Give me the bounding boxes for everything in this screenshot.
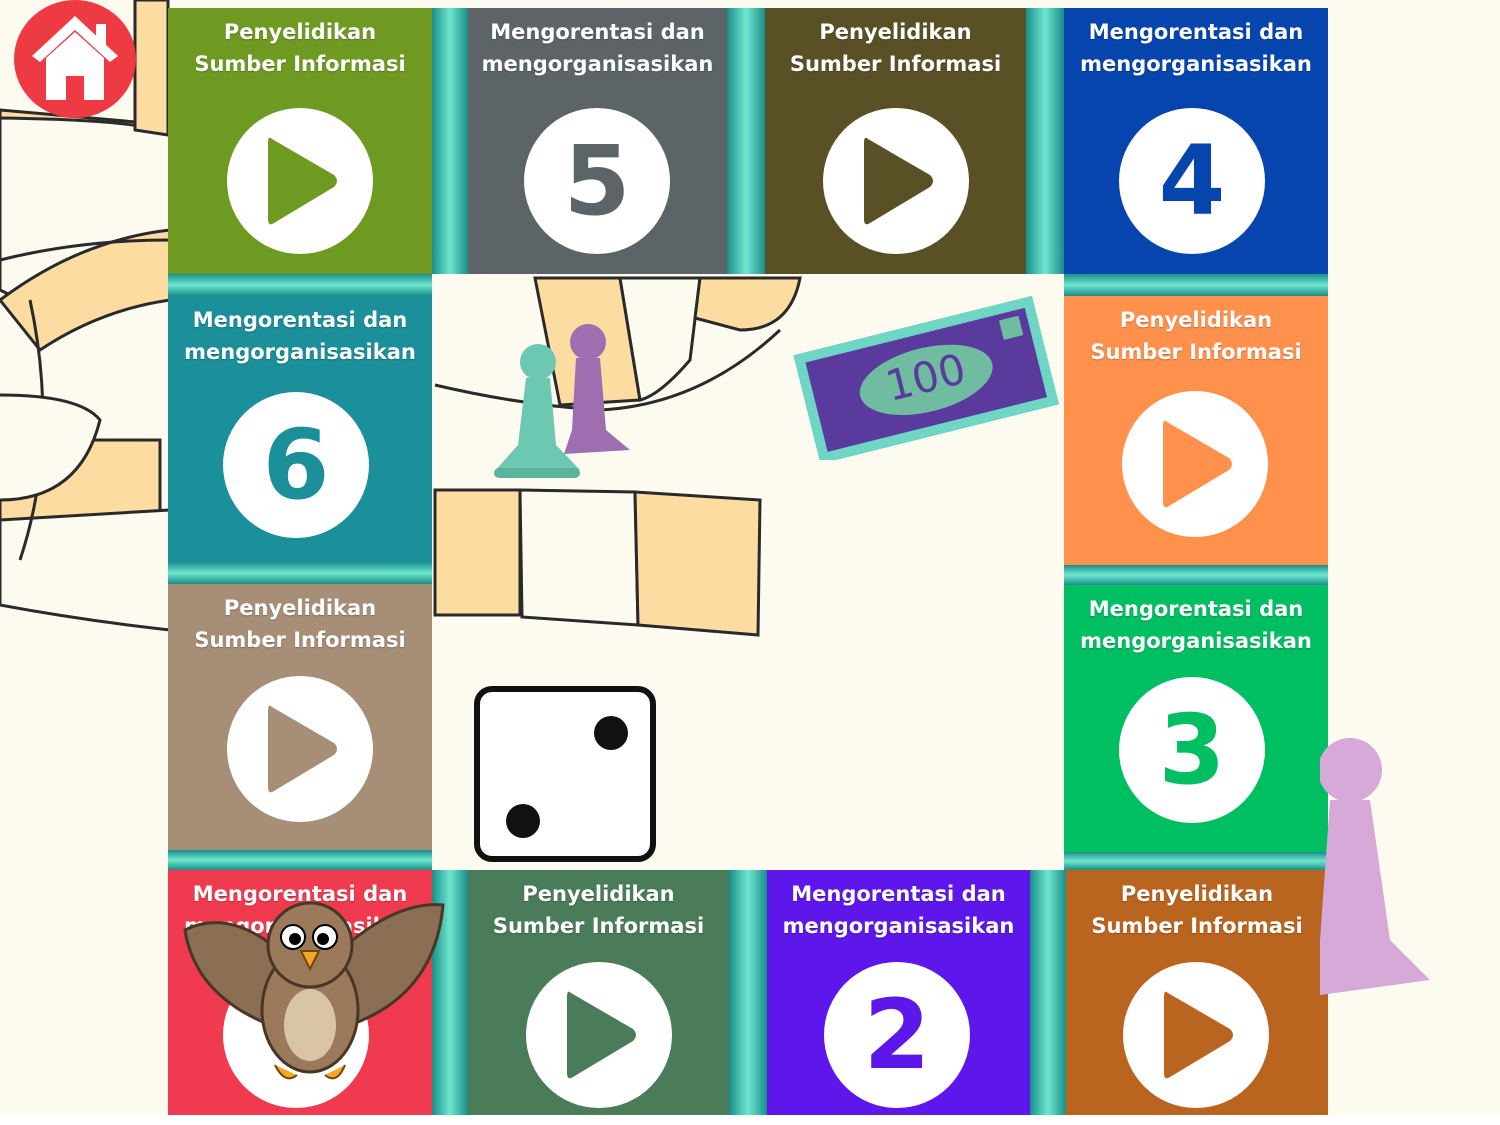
player-pawns bbox=[494, 324, 630, 478]
tile-label: Penyelidikan Sumber Informasi bbox=[492, 882, 705, 938]
tile-number: 6 bbox=[262, 409, 330, 521]
dice[interactable] bbox=[474, 686, 656, 862]
money-note: 100 bbox=[793, 295, 1060, 460]
play-icon[interactable] bbox=[823, 108, 969, 254]
tile-label: Penyelidikan Sumber Informasi bbox=[1090, 308, 1302, 364]
board-tile[interactable]: Mengorentasi dan mengorganisasikan 5 bbox=[468, 8, 727, 274]
tile-label: Mengorentasi dan mengorganisasikan bbox=[1080, 20, 1312, 76]
board-tile[interactable]: Mengorentasi dan mengorganisasikan 3 bbox=[1064, 585, 1328, 852]
board-tile[interactable]: Mengorentasi dan mengorganisasikan 6 bbox=[168, 296, 432, 562]
play-icon[interactable] bbox=[526, 962, 672, 1108]
play-icon[interactable] bbox=[227, 108, 373, 254]
connector-bar bbox=[729, 870, 767, 1115]
number-badge[interactable]: 4 bbox=[1119, 108, 1265, 254]
tile-label: Mengorentasi dan mengorganisasikan bbox=[481, 20, 714, 76]
tile-label: Mengorentasi dan mengorganisasikan bbox=[782, 882, 1015, 938]
connector-bar bbox=[1026, 8, 1064, 274]
play-icon[interactable] bbox=[1122, 391, 1268, 537]
number-badge[interactable]: 3 bbox=[1119, 677, 1265, 823]
board-tile[interactable]: Mengorentasi dan mengorganisasikan 2 bbox=[767, 870, 1030, 1115]
tile-number: 5 bbox=[563, 125, 631, 237]
board-tile[interactable]: Penyelidikan Sumber Informasi bbox=[1064, 296, 1328, 565]
connector-bar bbox=[168, 562, 432, 584]
play-icon[interactable] bbox=[227, 676, 373, 822]
board-tile[interactable]: Penyelidikan Sumber Informasi bbox=[1066, 870, 1328, 1115]
tile-label: Penyelidikan Sumber Informasi bbox=[789, 20, 1002, 76]
number-badge[interactable]: 5 bbox=[524, 108, 670, 254]
number-badge[interactable]: 6 bbox=[223, 392, 369, 538]
tile-number: 3 bbox=[1158, 694, 1226, 806]
dice-pip bbox=[594, 716, 628, 750]
connector-bar bbox=[168, 274, 432, 296]
number-badge[interactable]: 2 bbox=[824, 962, 970, 1108]
connector-bar bbox=[1064, 565, 1328, 585]
tile-label: Penyelidikan Sumber Informasi bbox=[1091, 882, 1303, 938]
home-icon bbox=[32, 16, 118, 100]
dice-pip bbox=[506, 804, 540, 838]
board-tile[interactable]: Penyelidikan Sumber Informasi bbox=[168, 8, 432, 274]
connector-bar bbox=[1064, 274, 1328, 296]
connector-bar bbox=[432, 8, 468, 274]
tile-label: Mengorentasi dan mengorganisasikan bbox=[184, 308, 416, 364]
tile-number: 2 bbox=[863, 979, 931, 1091]
connector-bar bbox=[727, 8, 765, 274]
tile-label: Penyelidikan Sumber Informasi bbox=[194, 20, 406, 76]
board-tile[interactable]: Penyelidikan Sumber Informasi bbox=[765, 8, 1026, 274]
connector-bar bbox=[1064, 852, 1328, 870]
side-pawn bbox=[1320, 738, 1430, 995]
owl-mascot bbox=[183, 901, 445, 1080]
home-button[interactable] bbox=[14, 0, 136, 118]
game-board: Penyelidikan Sumber Informasi Mengorenta… bbox=[0, 0, 1500, 1115]
tile-label: Penyelidikan Sumber Informasi bbox=[194, 596, 406, 652]
board-tile[interactable]: Mengorentasi dan mengorganisasikan 4 bbox=[1064, 8, 1328, 274]
tile-number: 4 bbox=[1158, 125, 1226, 237]
board-tile[interactable]: Penyelidikan Sumber Informasi bbox=[168, 584, 432, 850]
play-icon[interactable] bbox=[1123, 962, 1269, 1108]
connector-bar bbox=[168, 850, 432, 870]
tile-label: Mengorentasi dan mengorganisasikan bbox=[1080, 597, 1312, 653]
connector-bar bbox=[1030, 870, 1066, 1115]
board-tile[interactable]: Penyelidikan Sumber Informasi bbox=[468, 870, 729, 1115]
